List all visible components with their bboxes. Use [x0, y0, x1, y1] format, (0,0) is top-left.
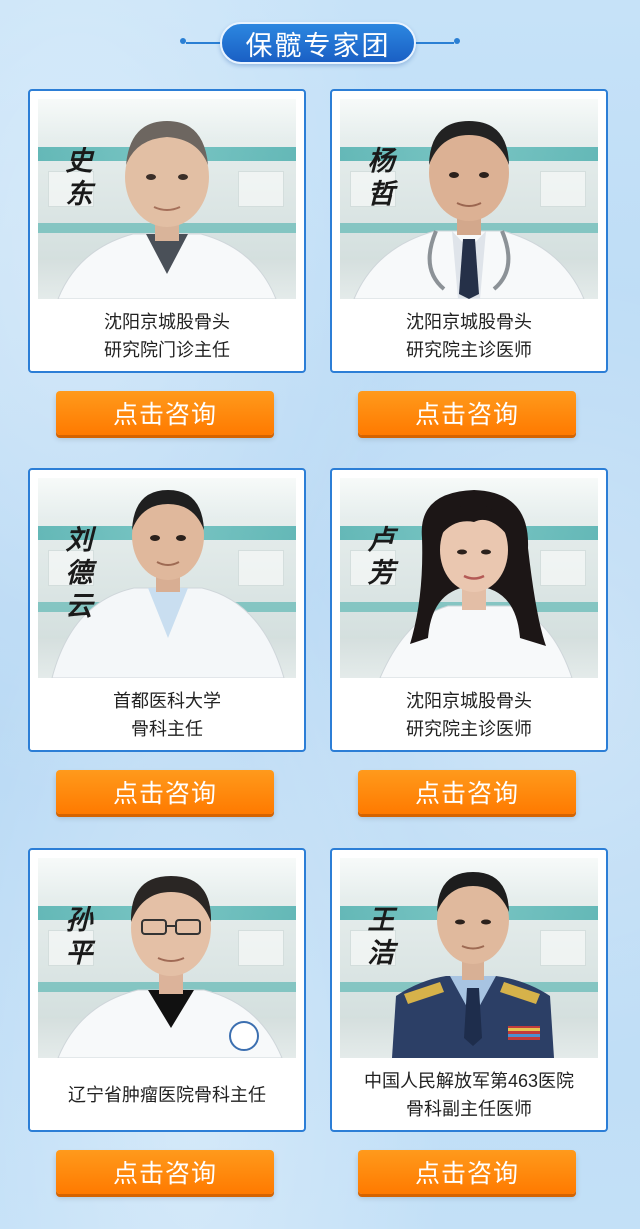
- signature-5: 孙平: [65, 905, 93, 969]
- expert-card-1: 史东 沈阳京城股骨头 研究院门诊主任: [28, 89, 306, 373]
- expert-card-5: 孙平 辽宁省肿瘤医院骨科主任: [28, 848, 306, 1132]
- signature-4: 卢芳: [367, 525, 395, 589]
- expert-desc-line1: 沈阳京城股骨头: [406, 691, 532, 711]
- expert-desc-line2: 研究院门诊主任: [104, 340, 230, 360]
- expert-desc-3: 首都医科大学 骨科主任: [30, 680, 304, 750]
- expert-desc-line1: 沈阳京城股骨头: [406, 312, 532, 332]
- signature-6: 王洁: [367, 905, 395, 969]
- consult-button-1[interactable]: 点击咨询: [56, 391, 274, 435]
- expert-desc-line2: 研究院主诊医师: [406, 719, 532, 739]
- consult-button-6[interactable]: 点击咨询: [358, 1150, 576, 1194]
- expert-desc-6: 中国人民解放军第463医院 骨科副主任医师: [332, 1060, 606, 1130]
- expert-card-2: 杨哲 沈阳京城股骨头 研究院主诊医师: [330, 89, 608, 373]
- consult-button-5[interactable]: 点击咨询: [56, 1150, 274, 1194]
- expert-desc-1: 沈阳京城股骨头 研究院门诊主任: [30, 301, 304, 371]
- expert-photo-4: 卢芳: [340, 478, 598, 678]
- expert-desc-line1: 辽宁省肿瘤医院骨科主任: [68, 1085, 266, 1105]
- expert-desc-line2: 骨科主任: [131, 719, 203, 739]
- expert-desc-4: 沈阳京城股骨头 研究院主诊医师: [332, 680, 606, 750]
- divider-dot-left: [180, 38, 186, 44]
- signature-2: 杨哲: [367, 146, 395, 210]
- divider-dot-right: [454, 38, 460, 44]
- expert-photo-6: 王洁: [340, 858, 598, 1058]
- expert-desc-line2: 骨科副主任医师: [406, 1099, 532, 1119]
- expert-desc-line1: 沈阳京城股骨头: [104, 312, 230, 332]
- expert-desc-line1: 中国人民解放军第463医院: [363, 1071, 575, 1091]
- expert-photo-3: 刘德云: [38, 478, 296, 678]
- section-title: 保髋专家团: [220, 22, 416, 64]
- expert-card-6: 王洁 中国人民解放军第463医院 骨科副主任医师: [330, 848, 608, 1132]
- consult-button-3[interactable]: 点击咨询: [56, 770, 274, 814]
- expert-photo-2: 杨哲: [340, 99, 598, 299]
- expert-desc-line1: 首都医科大学: [113, 691, 221, 711]
- expert-desc-5: 辽宁省肿瘤医院骨科主任: [30, 1060, 304, 1130]
- expert-card-4: 卢芳 沈阳京城股骨头 研究院主诊医师: [330, 468, 608, 752]
- signature-1: 史东: [65, 146, 93, 210]
- expert-desc-line2: 研究院主诊医师: [406, 340, 532, 360]
- consult-button-2[interactable]: 点击咨询: [358, 391, 576, 435]
- signature-3: 刘德云: [65, 525, 93, 622]
- consult-button-4[interactable]: 点击咨询: [358, 770, 576, 814]
- expert-photo-1: 史东: [38, 99, 296, 299]
- expert-photo-5: 孙平: [38, 858, 296, 1058]
- section-header: 保髋专家团: [0, 22, 640, 64]
- expert-card-3: 刘德云 首都医科大学 骨科主任: [28, 468, 306, 752]
- expert-desc-2: 沈阳京城股骨头 研究院主诊医师: [332, 301, 606, 371]
